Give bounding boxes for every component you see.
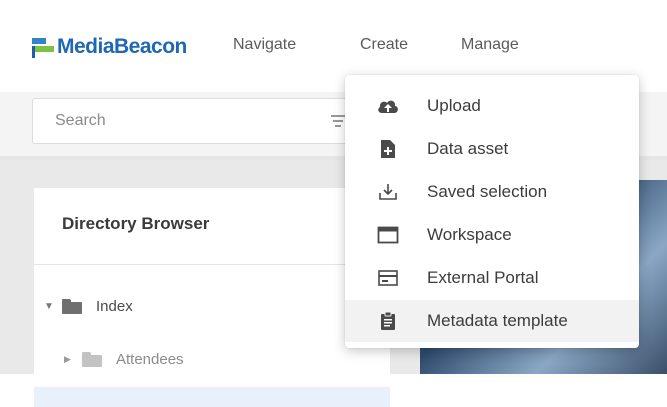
menu-item-data-asset[interactable]: Data asset xyxy=(345,128,639,170)
menu-item-metadata-template[interactable]: Metadata template xyxy=(345,300,639,342)
nav-navigate[interactable]: Navigate xyxy=(233,36,296,54)
nav-create[interactable]: Create xyxy=(360,36,408,54)
menu-item-label: Data asset xyxy=(427,139,509,158)
mediabeacon-logo[interactable]: MediaBeacon xyxy=(32,34,187,60)
divider xyxy=(34,264,390,265)
logo-text: MediaBeacon xyxy=(57,35,187,58)
file-add-icon xyxy=(377,138,399,160)
tree-item-selected[interactable] xyxy=(34,387,390,407)
nav-manage[interactable]: Manage xyxy=(461,36,519,54)
tree-item-label: Attendees xyxy=(116,351,184,368)
create-dropdown-menu: Upload Data asset Saved selection Worksp… xyxy=(345,75,639,348)
menu-item-saved-selection[interactable]: Saved selection xyxy=(345,171,639,213)
search-placeholder: Search xyxy=(55,112,106,129)
menu-item-label: External Portal xyxy=(427,268,539,287)
search-input[interactable]: Search xyxy=(32,98,364,144)
filter-icon[interactable] xyxy=(331,113,345,129)
menu-item-upload[interactable]: Upload xyxy=(345,85,639,127)
menu-item-label: Upload xyxy=(427,96,481,115)
logo-mark-icon xyxy=(32,36,54,58)
menu-item-label: Workspace xyxy=(427,225,512,244)
directory-browser-title: Directory Browser xyxy=(62,214,210,233)
folder-icon xyxy=(62,299,82,314)
tree-item-label: Index xyxy=(96,298,133,315)
folder-icon xyxy=(82,352,102,367)
download-tray-icon xyxy=(377,181,399,203)
menu-item-label: Saved selection xyxy=(427,182,548,201)
cloud-upload-icon xyxy=(377,95,399,117)
portal-card-icon xyxy=(377,267,399,289)
menu-item-workspace[interactable]: Workspace xyxy=(345,214,639,256)
tree-item-attendees[interactable]: ▶ Attendees xyxy=(64,351,184,368)
menu-item-label: Metadata template xyxy=(427,311,568,330)
clipboard-icon xyxy=(377,310,399,332)
tree-item-index[interactable]: ▼ Index xyxy=(44,298,133,315)
directory-browser-panel: Directory Browser ▼ Index ▶ Attendees xyxy=(34,188,390,407)
chevron-right-icon[interactable]: ▶ xyxy=(64,354,82,365)
window-icon xyxy=(377,224,399,246)
chevron-down-icon[interactable]: ▼ xyxy=(44,301,62,312)
menu-item-external-portal[interactable]: External Portal xyxy=(345,257,639,299)
